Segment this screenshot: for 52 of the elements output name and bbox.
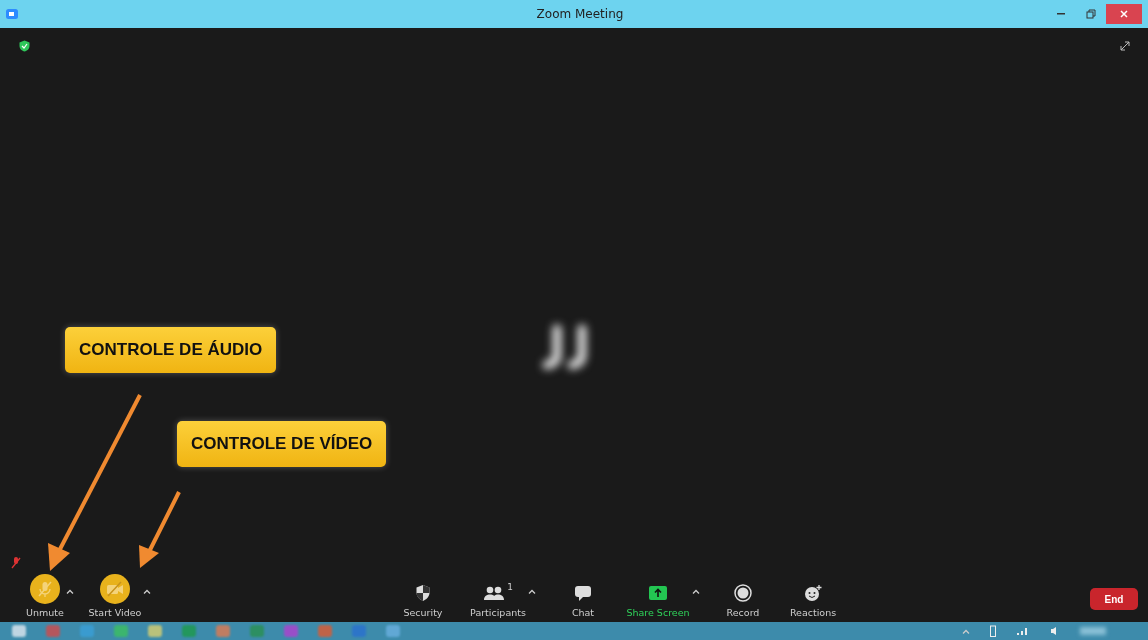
blurred-clock-drawing [1080,627,1106,635]
shield-check-icon[interactable] [19,40,30,52]
chat-button[interactable]: Chat [571,582,595,618]
close-icon [1120,10,1128,18]
taskbar-app-icon[interactable] [46,625,60,637]
taskbar-app-icon[interactable] [148,625,162,637]
taskbar-app-icon[interactable] [182,625,196,637]
record-icon [734,584,752,602]
record-button[interactable]: Record [726,582,760,618]
reactions-button[interactable]: Reactions [789,582,837,618]
menu-caret-button[interactable] [691,589,700,594]
smiley-plus-icon [803,584,823,602]
participant-count: 1 [507,582,513,592]
app-logo-icon [6,9,18,19]
video-button[interactable]: Start Video [88,574,142,618]
menu-caret-button[interactable] [65,589,74,594]
taskbar-app-icon[interactable] [352,625,366,637]
caret-icon [143,589,152,594]
participants-button[interactable]: 1 Participants [470,582,526,618]
taskbar-app-icon[interactable] [318,625,332,637]
share-screen-icon [648,585,668,601]
muted-mic-indicator-icon [11,557,21,569]
audio-callout: CONTROLE DE ÁUDIO [65,327,277,373]
security-button[interactable]: Security [403,582,443,618]
caret-icon [65,589,74,594]
signal-icon [1016,626,1030,636]
restore-icon [1086,9,1096,19]
close-button[interactable] [1106,4,1142,24]
caret-icon [527,589,536,594]
muted-camera-icon [105,581,125,597]
chat-bubble-icon [574,584,592,602]
share-button[interactable]: Share Screen [626,582,690,618]
menu-caret-button[interactable] [527,589,536,594]
muted-microphone-icon [36,580,54,598]
caret-icon [962,628,970,634]
taskbar-app-icon[interactable] [12,625,26,637]
taskbar-app-icon[interactable] [284,625,298,637]
window-title: Zoom Meeting [535,7,625,21]
taskbar-app-icon[interactable] [216,625,230,637]
fullscreen-icon[interactable] [1120,41,1130,51]
minimize-icon [1057,13,1065,15]
menu-caret-button[interactable] [143,589,152,594]
battery-icon [990,625,996,637]
taskbar-app-icon[interactable] [114,625,128,637]
taskbar-app-icon[interactable] [386,625,400,637]
shield-icon [415,584,431,602]
video-callout: CONTROLE DE VÍDEO [177,421,387,467]
taskbar-app-icon[interactable] [250,625,264,637]
caret-icon [691,589,700,594]
end-button[interactable]: End [1090,588,1138,610]
taskbar-app-icon[interactable] [80,625,94,637]
people-icon [483,585,506,601]
